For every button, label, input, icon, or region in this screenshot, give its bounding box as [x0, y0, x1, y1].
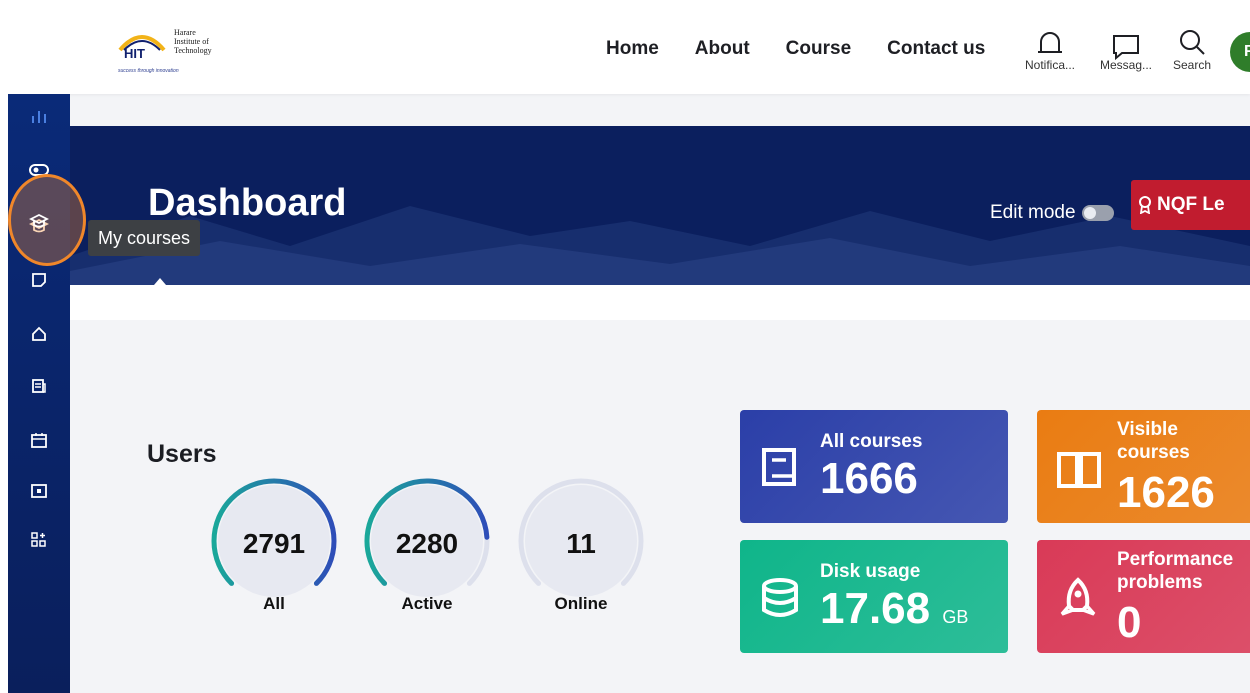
sidebar-item-notes[interactable] — [27, 268, 51, 292]
user-avatar[interactable]: F — [1230, 32, 1250, 72]
disk-usage-value: 17.68 — [820, 584, 931, 633]
nav-home-link[interactable]: Home — [606, 38, 659, 60]
sidebar-item-reports[interactable] — [27, 104, 51, 128]
graduation-cap-icon — [29, 213, 49, 228]
gauge-value-active: 2280 — [395, 528, 459, 559]
page-title: Dashboard — [148, 182, 347, 224]
rocket-icon — [1060, 577, 1096, 616]
sidebar-item-files[interactable] — [27, 478, 51, 502]
edit-mode-label: Edit mode — [990, 202, 1076, 223]
notifications-label: Notifica... — [1024, 58, 1075, 72]
nav-course-link[interactable]: Course — [786, 38, 851, 60]
disk-usage-card[interactable]: Disk usage 17.68 GB — [740, 540, 1008, 653]
logo-tagline: success through innovation — [118, 68, 179, 74]
nav-about-link[interactable]: About — [695, 38, 750, 60]
gauge-label-online: Online — [554, 594, 608, 613]
hit-logo[interactable]: Harare Institute of Technology HIT succe… — [118, 28, 228, 76]
sidebar-tooltip: My courses — [88, 220, 201, 256]
tab-strip — [70, 285, 1250, 320]
users-heading: Users — [147, 440, 217, 468]
active-tab-caret-icon — [154, 278, 166, 285]
page-header-banner: Dashboard Edit mode NQF Le — [70, 126, 1250, 285]
note-icon — [32, 273, 46, 287]
visible-courses-title: Visible courses — [1117, 418, 1190, 464]
database-icon — [762, 578, 798, 617]
calendar-icon — [31, 433, 47, 448]
all-courses-value: 1666 — [820, 454, 918, 503]
sidebar-item-news[interactable] — [27, 374, 51, 398]
visible-courses-title-line1: Visible — [1117, 419, 1178, 440]
messages-button[interactable]: Messag... — [1096, 28, 1156, 72]
edit-mode-control[interactable]: Edit mode — [990, 202, 1114, 224]
bell-icon — [1038, 32, 1062, 53]
performance-title: Performance problems — [1117, 548, 1233, 594]
gauge-value-all: 2791 — [242, 528, 306, 559]
users-gauge-all: 2791 All — [207, 474, 341, 614]
all-courses-title: All courses — [820, 431, 923, 452]
visible-courses-value: 1626 — [1117, 468, 1215, 517]
search-button[interactable]: Search — [1162, 28, 1222, 72]
home-icon — [32, 326, 46, 341]
disk-usage-value-row: 17.68 GB — [820, 586, 968, 640]
logo-line2: Institute of — [174, 37, 209, 46]
top-navbar: Harare Institute of Technology HIT succe… — [8, 8, 1250, 94]
disk-usage-title: Disk usage — [820, 561, 921, 582]
messages-label: Messag... — [1099, 58, 1153, 72]
app-frame: Harare Institute of Technology HIT succe… — [8, 8, 1250, 693]
users-gauge-active: 2280 Active — [360, 474, 494, 614]
nav-contact-link[interactable]: Contact us — [887, 38, 985, 60]
main-nav: Home About Course Contact us — [606, 38, 1021, 60]
apps-grid-icon — [31, 532, 46, 547]
sidebar-item-home[interactable] — [27, 322, 51, 346]
nqf-button-label: NQF Le — [1157, 194, 1225, 215]
open-book-icon — [1057, 452, 1101, 488]
performance-value: 0 — [1117, 598, 1142, 647]
nqf-level-button[interactable]: NQF Le — [1131, 180, 1250, 230]
visible-courses-card[interactable]: Visible courses 1626 — [1037, 410, 1250, 523]
bar-chart-icon — [32, 111, 46, 123]
logo-line3: Technology — [174, 46, 212, 55]
book-icon — [762, 448, 796, 486]
chat-icon — [1113, 35, 1139, 61]
sidebar-item-calendar[interactable] — [27, 428, 51, 452]
edit-mode-toggle[interactable] — [1081, 205, 1114, 221]
disk-usage-unit: GB — [942, 607, 969, 627]
gauge-value-online: 11 — [566, 528, 596, 559]
performance-title-line2: problems — [1117, 572, 1203, 593]
gauge-label-active: Active — [401, 594, 453, 613]
logo-line1: Harare — [174, 28, 196, 37]
award-ribbon-icon — [1139, 196, 1151, 214]
search-icon — [1180, 30, 1205, 55]
search-label: Search — [1172, 58, 1212, 72]
sidebar-item-apps[interactable] — [27, 528, 51, 552]
performance-card[interactable]: Performance problems 0 — [1037, 540, 1250, 653]
newspaper-icon — [32, 379, 46, 393]
all-courses-card[interactable]: All courses 1666 — [740, 410, 1008, 523]
notifications-button[interactable]: Notifica... — [1020, 28, 1080, 72]
logo-name: Harare Institute of Technology — [174, 28, 212, 55]
logo-abbr: HIT — [124, 46, 145, 61]
gauge-label-all: All — [263, 594, 285, 613]
users-gauge-online: 11 Online — [514, 474, 648, 614]
performance-title-line1: Performance — [1117, 549, 1234, 570]
visible-courses-title-line2: courses — [1117, 442, 1190, 463]
folder-icon — [31, 484, 47, 498]
